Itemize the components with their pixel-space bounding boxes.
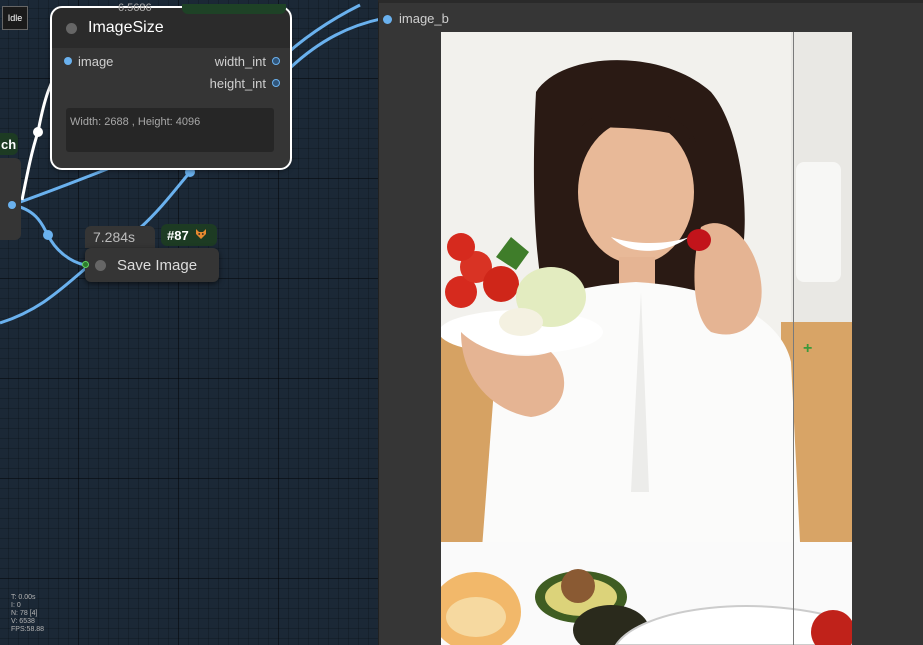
output-slot-height[interactable] [272, 79, 280, 87]
output-label-height: height_int [209, 76, 266, 91]
crosshair-icon: + [803, 340, 813, 357]
stats-v: V: 6538 [11, 618, 35, 625]
node-save-image[interactable]: Save Image [82, 248, 219, 282]
input-slot-image[interactable] [64, 57, 72, 65]
photo-illustration [441, 32, 852, 645]
node-exec-time: 7.284s [85, 226, 155, 248]
collapse-dot-icon[interactable] [66, 22, 77, 34]
compare-slider-line[interactable] [793, 32, 794, 645]
stats-fps: FPS:58.88 [11, 626, 45, 633]
input-label-image: image [78, 54, 114, 69]
output-label-width: width_int [214, 54, 266, 69]
collapse-dot-icon[interactable] [95, 259, 106, 271]
input-slot-images[interactable] [82, 261, 89, 268]
node-badge-partial [182, 4, 286, 14]
stats-time: T: 0.00s [11, 594, 36, 601]
node-id-badge: #87 [161, 224, 217, 246]
fox-icon [195, 228, 207, 243]
node-title: ImageSize [88, 19, 164, 36]
node-id-label: #87 [167, 227, 189, 243]
node-title-bar[interactable]: ImageSize [52, 8, 290, 48]
image-preview[interactable]: + [441, 32, 852, 645]
output-slot-width[interactable] [272, 57, 280, 65]
output-slot[interactable] [8, 201, 16, 209]
node-preview-text: Width: 2688 , Height: 4096 [66, 108, 274, 152]
input-slot-image-b[interactable] [383, 15, 392, 24]
stats-nodes: N: 78 [4] [11, 610, 38, 617]
canvas-stats: T: 0.00s I: 0 N: 78 [4] V: 6538 FPS:58.8… [11, 594, 44, 634]
status-badge: Idle [2, 6, 28, 30]
node-partial-left[interactable] [0, 158, 21, 240]
node-exec-time: 6.5686 [118, 2, 152, 14]
input-label-image-b: image_b [399, 11, 449, 26]
stats-i: I: 0 [11, 602, 21, 609]
node-badge-partial: ch [0, 133, 18, 155]
node-imagesize[interactable]: 6.5686 ImageSize image width_int height_… [50, 2, 292, 170]
node-title: Save Image [117, 256, 198, 274]
